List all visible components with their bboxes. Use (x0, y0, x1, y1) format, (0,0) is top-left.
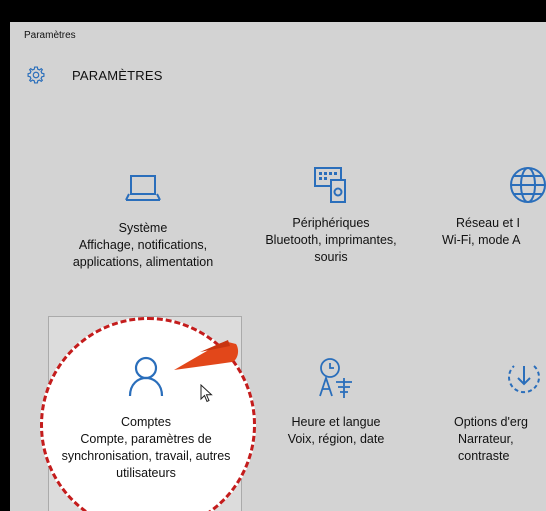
tile-comptes-desc: Compte, paramètres de synchronisation, t… (61, 432, 231, 480)
tile-systeme-desc: Affichage, notifications, applications, … (72, 238, 214, 269)
tile-systeme[interactable]: Système Affichage, notifications, applic… (48, 170, 238, 271)
tile-options-ergonomie-desc: Narrateur, contraste (458, 432, 514, 463)
ease-of-access-icon (508, 365, 540, 394)
tile-reseau-label: Réseau et I (456, 216, 520, 230)
tile-peripheriques-label: Périphériques (292, 216, 370, 230)
time-language-icon (319, 358, 352, 398)
globe-icon (510, 167, 546, 203)
keyboard-icon (314, 167, 346, 203)
tile-options-ergonomie[interactable]: Options d'erg Narrateur, contraste (454, 358, 546, 465)
page-title: PARAMÈTRES (72, 67, 163, 83)
mouse-pointer-icon (200, 384, 213, 403)
person-icon (128, 356, 164, 397)
pointing-hand-icon (174, 340, 239, 370)
tile-heure-langue-label: Heure et langue (291, 415, 381, 429)
tile-reseau[interactable]: Réseau et I Wi-Fi, mode A (440, 164, 546, 249)
settings-window: Paramètres PARAMÈTRES Système Affichage,… (10, 22, 546, 511)
tile-options-ergonomie-label: Options d'erg (454, 415, 528, 429)
tile-peripheriques[interactable]: Périphériques Bluetooth, imprimantes, so… (246, 164, 416, 266)
settings-header: PARAMÈTRES (26, 64, 163, 86)
tile-reseau-desc: Wi-Fi, mode A (442, 233, 521, 247)
tile-peripheriques-desc: Bluetooth, imprimantes, souris (265, 233, 397, 264)
tile-heure-langue-desc: Voix, région, date (287, 432, 385, 446)
tile-systeme-label: Système (118, 221, 168, 235)
gear-icon (27, 66, 45, 84)
tile-comptes-label: Comptes (120, 415, 172, 429)
laptop-icon (125, 175, 161, 201)
tile-heure-langue[interactable]: Heure et langue Voix, région, date (266, 356, 406, 448)
window-title: Paramètres (24, 30, 76, 41)
